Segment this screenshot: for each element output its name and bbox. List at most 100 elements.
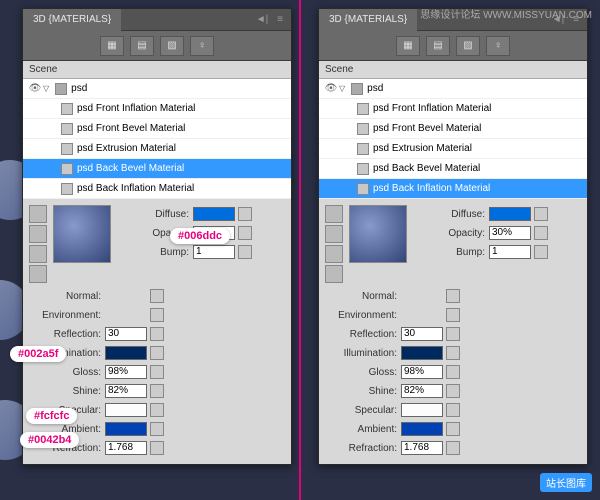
value-input[interactable]: 1	[193, 245, 235, 259]
texture-picker-icon[interactable]	[150, 365, 164, 379]
tree-item-label: psd Back Bevel Material	[77, 163, 184, 174]
material-properties: Diffuse:Opacity:30%Bump:1Normal:Environm…	[319, 199, 587, 464]
filter-mesh-button[interactable]: ▤	[426, 36, 450, 56]
expand-icon[interactable]: ▽	[339, 84, 345, 93]
texture-picker-icon[interactable]	[534, 226, 548, 240]
tree-material-row[interactable]: psd Extrusion Material	[23, 139, 291, 159]
texture-picker-icon[interactable]	[150, 422, 164, 436]
color-swatch[interactable]	[193, 207, 235, 221]
tree-material-row[interactable]: psd Back Inflation Material	[319, 179, 587, 199]
texture-picker-icon[interactable]	[446, 384, 460, 398]
visibility-toggle[interactable]: 👁	[323, 83, 339, 94]
texture-picker-icon[interactable]	[238, 207, 252, 221]
texture-picker-icon[interactable]	[238, 226, 252, 240]
expand-icon[interactable]: ▽	[43, 84, 49, 93]
color-swatch[interactable]	[401, 346, 443, 360]
property-label: Bump:	[413, 247, 489, 258]
property-label: Illumination:	[325, 348, 401, 359]
value-input[interactable]: 30	[401, 327, 443, 341]
material-tool-button[interactable]	[325, 245, 343, 263]
material-tool-button[interactable]	[29, 265, 47, 283]
panel-tab[interactable]: 3D {MATERIALS}	[319, 9, 417, 31]
material-swatch-icon	[357, 103, 369, 115]
texture-picker-icon[interactable]	[150, 441, 164, 455]
filter-materials-button[interactable]: ▨	[456, 36, 480, 56]
texture-picker-icon[interactable]	[150, 346, 164, 360]
mesh-icon	[351, 83, 363, 95]
tree-material-row[interactable]: psd Front Bevel Material	[23, 119, 291, 139]
color-swatch[interactable]	[105, 422, 147, 436]
property-label: Specular:	[325, 405, 401, 416]
color-swatch[interactable]	[105, 403, 147, 417]
texture-picker-icon[interactable]	[150, 289, 164, 303]
filter-scene-button[interactable]: ▦	[396, 36, 420, 56]
texture-picker-icon[interactable]	[150, 403, 164, 417]
texture-picker-icon[interactable]	[446, 365, 460, 379]
tree-material-row[interactable]: psd Back Bevel Material	[23, 159, 291, 179]
filter-materials-button[interactable]: ▨	[160, 36, 184, 56]
value-input[interactable]: 82%	[105, 384, 147, 398]
texture-picker-icon[interactable]	[446, 422, 460, 436]
texture-picker-icon[interactable]	[446, 289, 460, 303]
color-swatch[interactable]	[401, 422, 443, 436]
material-tool-button[interactable]	[325, 265, 343, 283]
tree-root-row[interactable]: 👁▽psd	[319, 79, 587, 99]
material-preview[interactable]	[349, 205, 407, 263]
material-swatch-icon	[357, 143, 369, 155]
texture-picker-icon[interactable]	[446, 327, 460, 341]
value-input[interactable]: 98%	[401, 365, 443, 379]
scene-tree: 👁▽ psd psd Front Inflation Materialpsd Fro…	[23, 79, 291, 199]
3d-materials-panel-right: 3D {MATERIALS} ◄| ≡ ▦ ▤ ▨ ♀ Scene 👁▽psdp…	[318, 8, 588, 465]
value-input[interactable]: 1	[489, 245, 531, 259]
property-label: Opacity:	[413, 228, 489, 239]
material-tool-button[interactable]	[29, 225, 47, 243]
tree-item-label: psd Back Inflation Material	[77, 183, 194, 194]
tree-material-row[interactable]: psd Front Inflation Material	[23, 99, 291, 119]
texture-picker-icon[interactable]	[150, 308, 164, 322]
texture-picker-icon[interactable]	[446, 403, 460, 417]
tree-material-row[interactable]: psd Extrusion Material	[319, 139, 587, 159]
collapse-icon[interactable]: ◄|	[255, 13, 269, 27]
tree-material-row[interactable]: psd Back Inflation Material	[23, 179, 291, 199]
filter-lights-button[interactable]: ♀	[486, 36, 510, 56]
value-input[interactable]: 1.768	[401, 441, 443, 455]
material-preview[interactable]	[53, 205, 111, 263]
texture-picker-icon[interactable]	[534, 207, 548, 221]
texture-picker-icon[interactable]	[150, 384, 164, 398]
value-input[interactable]: 98%	[105, 365, 147, 379]
color-swatch[interactable]	[489, 207, 531, 221]
value-input[interactable]: 30%	[489, 226, 531, 240]
property-label: Gloss:	[29, 367, 105, 378]
color-swatch[interactable]	[105, 346, 147, 360]
texture-picker-icon[interactable]	[238, 245, 252, 259]
tree-material-row[interactable]: psd Front Bevel Material	[319, 119, 587, 139]
panel-tab[interactable]: 3D {MATERIALS}	[23, 9, 121, 31]
tree-item-label: psd	[71, 83, 87, 94]
value-input[interactable]: 30	[105, 327, 147, 341]
filter-lights-button[interactable]: ♀	[190, 36, 214, 56]
property-label: Refraction:	[325, 443, 401, 454]
value-input[interactable]: 82%	[401, 384, 443, 398]
texture-picker-icon[interactable]	[446, 308, 460, 322]
property-label: Normal:	[29, 291, 105, 302]
tree-material-row[interactable]: psd Front Inflation Material	[319, 99, 587, 119]
value-input[interactable]: 1.768	[105, 441, 147, 455]
property-row: Normal:	[325, 287, 581, 305]
material-tool-button[interactable]	[325, 225, 343, 243]
filter-mesh-button[interactable]: ▤	[130, 36, 154, 56]
property-row: Opacity:30%	[413, 224, 581, 242]
tree-item-label: psd Back Inflation Material	[373, 183, 490, 194]
menu-icon[interactable]: ≡	[273, 13, 287, 27]
color-swatch[interactable]	[401, 403, 443, 417]
texture-picker-icon[interactable]	[446, 441, 460, 455]
material-tool-button[interactable]	[325, 205, 343, 223]
filter-scene-button[interactable]: ▦	[100, 36, 124, 56]
material-tool-button[interactable]	[29, 245, 47, 263]
texture-picker-icon[interactable]	[534, 245, 548, 259]
texture-picker-icon[interactable]	[446, 346, 460, 360]
material-tool-button[interactable]	[29, 205, 47, 223]
texture-picker-icon[interactable]	[150, 327, 164, 341]
tree-root-row[interactable]: 👁▽ psd	[23, 79, 291, 99]
tree-material-row[interactable]: psd Back Bevel Material	[319, 159, 587, 179]
visibility-toggle[interactable]: 👁	[27, 83, 43, 94]
